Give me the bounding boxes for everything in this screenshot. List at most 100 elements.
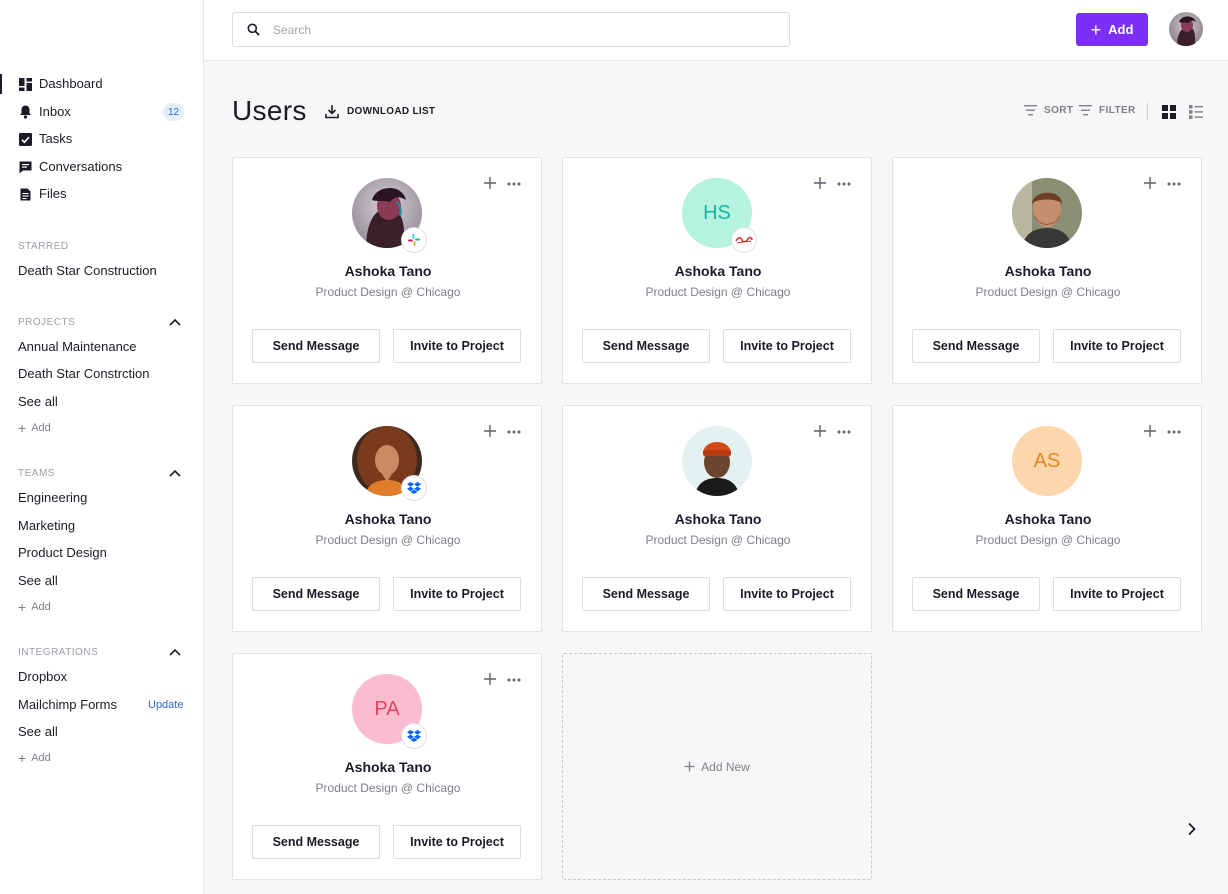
more-icon[interactable] — [837, 430, 851, 434]
download-icon — [325, 105, 339, 119]
filter-button[interactable]: FILTER — [1079, 105, 1136, 116]
more-icon[interactable] — [507, 430, 521, 434]
starred-item[interactable]: Death Star Construction — [18, 264, 157, 278]
sidebar-item-label: Tasks — [39, 131, 73, 146]
add-project-button[interactable]: + Add — [18, 421, 51, 435]
sidebar-item-files[interactable]: Files — [0, 181, 203, 207]
add-label: Add — [31, 601, 51, 613]
chevron-right-icon[interactable] — [1186, 822, 1198, 836]
more-icon[interactable] — [507, 678, 521, 682]
send-message-button[interactable]: Send Message — [582, 577, 710, 611]
grid-view-icon[interactable] — [1162, 105, 1176, 119]
send-message-button[interactable]: Send Message — [912, 577, 1040, 611]
plus-icon[interactable] — [813, 424, 827, 438]
send-message-button[interactable]: Send Message — [252, 329, 380, 363]
user-role: Product Design @ Chicago — [975, 285, 1121, 299]
dropbox-icon — [401, 723, 427, 749]
plus-icon[interactable] — [1143, 176, 1157, 190]
sidebar-item-dashboard[interactable]: Dashboard — [0, 71, 203, 97]
user-role: Product Design @ Chicago — [315, 285, 461, 299]
invite-to-project-button[interactable]: Invite to Project — [393, 825, 521, 859]
sidebar-item-tasks[interactable]: Tasks — [0, 126, 203, 152]
bell-icon — [18, 105, 32, 119]
dropbox-icon — [401, 475, 427, 501]
user-name: Ashoka Tano — [1004, 511, 1092, 527]
dashboard-icon — [18, 77, 32, 91]
add-team-button[interactable]: + Add — [18, 600, 51, 614]
sidebar: Dashboard Inbox 12 Tasks Conversations F… — [0, 0, 204, 894]
plus-icon[interactable] — [1143, 424, 1157, 438]
chevron-up-icon[interactable] — [169, 648, 181, 656]
project-item[interactable]: Death Star Constrction — [18, 367, 150, 381]
sidebar-item-label: Dashboard — [39, 76, 103, 91]
download-list-label: DOWNLOAD LIST — [347, 106, 436, 117]
add-button-label: Add — [1108, 22, 1134, 37]
chevron-up-icon[interactable] — [169, 318, 181, 326]
teams-see-all-link[interactable]: See all — [18, 574, 58, 588]
plus-icon[interactable] — [813, 176, 827, 190]
team-item[interactable]: Engineering — [18, 491, 87, 505]
user-role: Product Design @ Chicago — [645, 285, 791, 299]
sort-button[interactable]: SORT — [1024, 105, 1073, 116]
download-list-button[interactable]: DOWNLOAD LIST — [325, 104, 435, 119]
integration-item[interactable]: Dropbox — [18, 670, 67, 684]
plus-icon[interactable] — [483, 176, 497, 190]
integrations-section-title: INTEGRATIONS — [18, 647, 99, 658]
search-box[interactable] — [232, 12, 790, 47]
user-card: Ashoka Tano Product Design @ Chicago Sen… — [232, 405, 542, 632]
page-title: Users — [232, 95, 307, 126]
update-link[interactable]: Update — [148, 699, 183, 711]
add-button[interactable]: + Add — [1076, 13, 1148, 46]
plus-icon[interactable] — [483, 424, 497, 438]
filter-label: FILTER — [1099, 105, 1136, 116]
add-label: Add — [31, 422, 51, 434]
integrations-see-all-link[interactable]: See all — [18, 725, 58, 739]
invite-to-project-button[interactable]: Invite to Project — [1053, 329, 1181, 363]
plus-icon[interactable] — [483, 672, 497, 686]
file-icon — [18, 187, 32, 201]
more-icon[interactable] — [1167, 182, 1181, 186]
chevron-up-icon[interactable] — [169, 469, 181, 477]
search-input[interactable] — [273, 19, 773, 41]
user-name: Ashoka Tano — [344, 511, 432, 527]
more-icon[interactable] — [1167, 430, 1181, 434]
filter-icon — [1079, 105, 1092, 116]
user-avatar[interactable] — [1169, 12, 1203, 46]
invite-to-project-button[interactable]: Invite to Project — [723, 577, 851, 611]
more-icon[interactable] — [507, 182, 521, 186]
sidebar-item-inbox[interactable]: Inbox 12 — [0, 99, 203, 125]
slack-icon — [401, 227, 427, 253]
invite-to-project-button[interactable]: Invite to Project — [723, 329, 851, 363]
user-card: Ashoka Tano Product Design @ Chicago Sen… — [562, 405, 872, 632]
team-item[interactable]: Product Design — [18, 546, 107, 560]
checkbox-icon — [18, 132, 32, 146]
plus-icon: + — [18, 750, 27, 766]
user-card: PA Ashoka Tano Product Design @ Chicago … — [232, 653, 542, 880]
add-new-card[interactable]: Add New — [562, 653, 872, 880]
more-icon[interactable] — [837, 182, 851, 186]
user-name: Ashoka Tano — [1004, 263, 1092, 279]
add-integration-button[interactable]: + Add — [18, 750, 51, 766]
integration-item[interactable]: Mailchimp Forms — [18, 698, 117, 712]
team-item[interactable]: Marketing — [18, 519, 75, 533]
send-message-button[interactable]: Send Message — [252, 825, 380, 859]
chat-icon — [18, 160, 32, 174]
avatar-initials: AS — [1012, 426, 1082, 496]
send-message-button[interactable]: Send Message — [582, 329, 710, 363]
project-item[interactable]: Annual Maintenance — [18, 340, 137, 354]
invite-to-project-button[interactable]: Invite to Project — [1053, 577, 1181, 611]
projects-see-all-link[interactable]: See all — [18, 395, 58, 409]
sidebar-item-conversations[interactable]: Conversations — [0, 154, 203, 180]
send-message-button[interactable]: Send Message — [252, 577, 380, 611]
avatar — [682, 426, 752, 496]
teams-section-title: TEAMS — [18, 468, 55, 479]
invite-to-project-button[interactable]: Invite to Project — [393, 329, 521, 363]
send-message-button[interactable]: Send Message — [912, 329, 1040, 363]
invite-to-project-button[interactable]: Invite to Project — [393, 577, 521, 611]
sidebar-item-label: Files — [39, 186, 67, 201]
user-role: Product Design @ Chicago — [315, 781, 461, 795]
list-view-icon[interactable] — [1189, 105, 1203, 119]
sort-icon — [1024, 105, 1037, 116]
add-new-label: Add New — [701, 759, 750, 774]
add-label: Add — [31, 752, 51, 764]
